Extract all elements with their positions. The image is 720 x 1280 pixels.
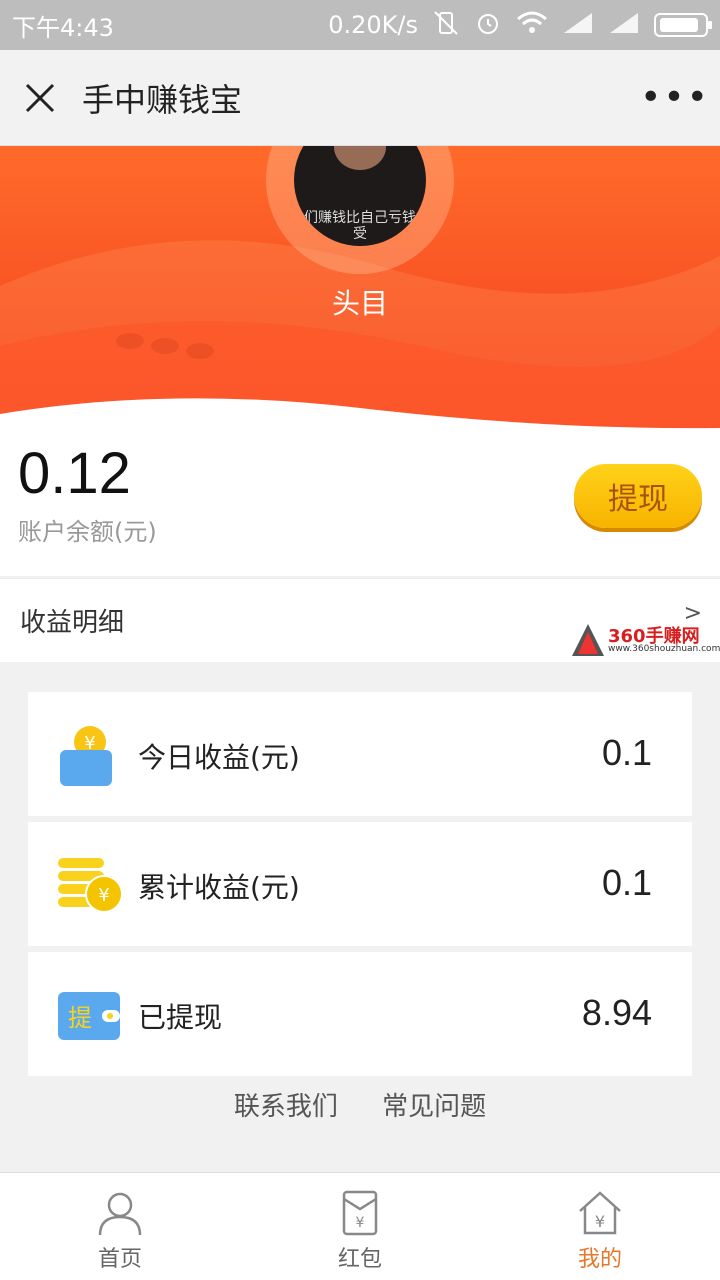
more-button[interactable]: ••• bbox=[630, 50, 720, 146]
stat-label: 今日收益(元) bbox=[138, 741, 300, 774]
contact-us-link[interactable]: 联系我们 bbox=[234, 1092, 338, 1122]
withdraw-card-icon: 提 bbox=[58, 992, 120, 1040]
network-speed: 0.20K/s bbox=[328, 11, 418, 39]
signal-icon bbox=[562, 11, 594, 40]
alarm-icon bbox=[474, 9, 502, 42]
tab-home[interactable]: 首页 bbox=[0, 1173, 240, 1280]
status-icons: 0.20K/s bbox=[328, 9, 712, 42]
watermark-logo-icon bbox=[572, 624, 604, 656]
tab-label: 首页 bbox=[97, 1247, 142, 1272]
signal-icon bbox=[608, 11, 640, 40]
title-bar: 手中赚钱宝 ••• bbox=[0, 50, 720, 146]
balance-label: 账户余额(元) bbox=[18, 518, 157, 546]
svg-text:¥: ¥ bbox=[356, 1215, 365, 1231]
svg-text:¥: ¥ bbox=[98, 885, 109, 906]
balance-section: 0.12 账户余额(元) 提现 bbox=[0, 430, 720, 576]
stat-label: 已提现 bbox=[138, 1001, 223, 1034]
stat-value: 0.1 bbox=[601, 862, 652, 903]
stat-label: 累计收益(元) bbox=[138, 871, 300, 904]
stat-card-total: ¥ 累计收益(元) 0.1 bbox=[28, 822, 692, 946]
earnings-detail-label: 收益明细 bbox=[20, 608, 125, 638]
username: 头目 bbox=[331, 287, 388, 320]
wallet-coin-icon: ¥ bbox=[60, 726, 112, 786]
red-envelope-icon: ¥ bbox=[342, 1190, 378, 1236]
tab-label: 红包 bbox=[337, 1247, 382, 1272]
avatar-caption: 们赚钱比自己亏钱受 bbox=[304, 210, 416, 242]
status-bar: 下午4:43 0.20K/s bbox=[0, 0, 720, 50]
avatar[interactable]: 们赚钱比自己亏钱受 bbox=[294, 146, 426, 246]
tab-label: 我的 bbox=[577, 1247, 622, 1272]
footer-links: 联系我们 常见问题 bbox=[0, 1086, 720, 1123]
home-yen-icon: ¥ bbox=[579, 1191, 621, 1235]
more-icon: ••• bbox=[640, 77, 710, 118]
stat-value: 8.94 bbox=[581, 992, 652, 1033]
balance-value: 0.12 bbox=[18, 441, 131, 506]
coin-stack-icon: ¥ bbox=[58, 858, 122, 913]
tab-red-envelope[interactable]: ¥ 红包 bbox=[240, 1173, 480, 1280]
close-button[interactable] bbox=[0, 50, 80, 146]
wifi-icon bbox=[516, 10, 548, 41]
watermark: 360手赚网 www.360shouzhuan.com bbox=[568, 618, 720, 660]
stat-value: 0.1 bbox=[601, 732, 652, 773]
tab-bar: 首页 ¥ 红包 ¥ 我的 bbox=[0, 1172, 720, 1280]
profile-header: 们赚钱比自己亏钱受 头目 bbox=[0, 146, 720, 446]
status-time: 下午4:43 bbox=[12, 13, 114, 42]
close-icon bbox=[25, 83, 55, 112]
battery-icon bbox=[654, 13, 712, 37]
faq-link[interactable]: 常见问题 bbox=[382, 1092, 486, 1122]
page-title: 手中赚钱宝 bbox=[82, 80, 243, 119]
svg-text:¥: ¥ bbox=[595, 1212, 605, 1231]
withdraw-card-text: 提 bbox=[68, 1004, 92, 1032]
watermark-url: www.360shouzhuan.com bbox=[608, 644, 720, 654]
stat-card-today: ¥ 今日收益(元) 0.1 bbox=[28, 692, 692, 816]
tab-mine[interactable]: ¥ 我的 bbox=[480, 1173, 720, 1280]
person-icon bbox=[98, 1192, 142, 1236]
stat-card-withdrawn: 提 已提现 8.94 bbox=[28, 952, 692, 1076]
vibrate-off-icon bbox=[432, 9, 460, 42]
withdraw-button[interactable]: 提现 bbox=[574, 464, 702, 528]
